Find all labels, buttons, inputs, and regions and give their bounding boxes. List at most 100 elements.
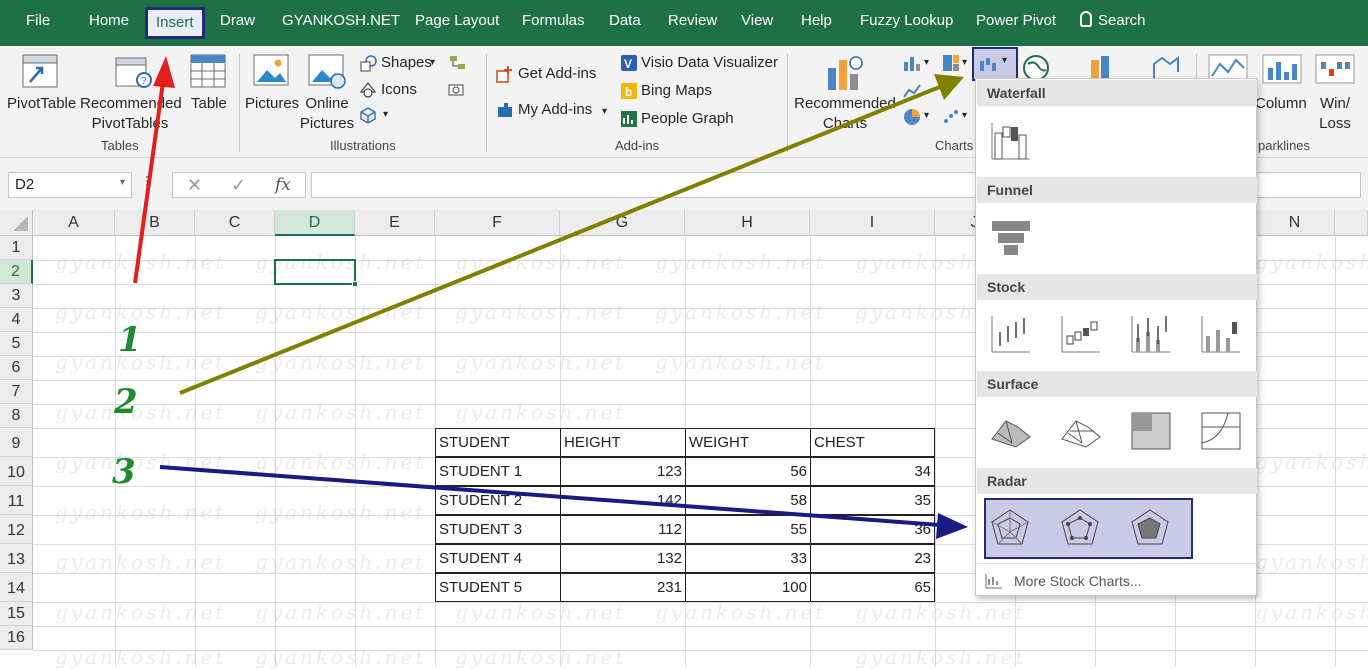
pictures-label[interactable]: Pictures	[245, 94, 299, 114]
row-header[interactable]: 13	[0, 544, 33, 573]
column-header[interactable]: D	[275, 210, 355, 236]
table-label[interactable]: Table	[191, 94, 227, 114]
menu-gyankosh[interactable]: GYANKOSH.NET	[282, 10, 400, 32]
more-stock-charts-link[interactable]: More Stock Charts...	[1014, 573, 1142, 589]
column-header[interactable]: C	[195, 210, 275, 236]
name-box-dropdown-icon[interactable]: ▾	[120, 177, 125, 188]
menu-search[interactable]: Search	[1080, 10, 1146, 32]
wireframe-3d-surface-icon[interactable]	[1058, 409, 1102, 453]
filled-radar-icon[interactable]	[1128, 506, 1172, 550]
table-cell[interactable]: STUDENT 4	[435, 544, 561, 573]
recommended-pivottables-icon[interactable]: ?	[114, 54, 154, 90]
table-cell[interactable]: 34	[810, 457, 935, 486]
sparkline-column-label[interactable]: Column	[1255, 94, 1307, 114]
pie-chart-dropdown-icon[interactable]: ▾	[924, 106, 929, 126]
menu-formulas[interactable]: Formulas	[522, 10, 585, 32]
table-cell[interactable]: 35	[810, 486, 935, 515]
column-header[interactable]: B	[115, 210, 195, 236]
table-cell[interactable]: 65	[810, 573, 935, 602]
table-header-cell[interactable]: STUDENT	[435, 428, 561, 457]
fill-handle[interactable]	[352, 281, 358, 287]
table-cell[interactable]: 23	[810, 544, 935, 573]
table-cell[interactable]: 231	[560, 573, 686, 602]
shapes-icon[interactable]	[359, 54, 377, 72]
stock-volume-high-low-close-icon[interactable]	[1128, 312, 1172, 356]
contour-icon[interactable]	[1128, 409, 1172, 453]
menu-home[interactable]: Home	[89, 10, 129, 32]
column-chart-icon[interactable]	[903, 54, 921, 72]
table-cell[interactable]: 56	[685, 457, 811, 486]
row-header[interactable]: 3	[0, 284, 33, 308]
menu-insert[interactable]: Insert	[145, 7, 205, 39]
table-cell[interactable]: 33	[685, 544, 811, 573]
pie-chart-icon[interactable]	[903, 108, 921, 126]
recommended-charts-label[interactable]: Recommended Charts	[790, 94, 900, 134]
waterfall-chart-icon[interactable]	[988, 119, 1032, 163]
visio-label[interactable]: Visio Data Visualizer	[641, 53, 778, 73]
table-cell[interactable]: 100	[685, 573, 811, 602]
hierarchy-chart-icon[interactable]	[942, 54, 960, 72]
selected-cell[interactable]	[274, 259, 356, 285]
table-header-cell[interactable]: WEIGHT	[685, 428, 811, 457]
row-header[interactable]: 14	[0, 573, 33, 602]
shapes-label[interactable]: Shapes	[381, 53, 432, 73]
bing-maps-label[interactable]: Bing Maps	[641, 81, 712, 101]
radar-chart-icon[interactable]	[988, 506, 1032, 550]
menu-draw[interactable]: Draw	[220, 10, 255, 32]
row-header[interactable]: 10	[0, 457, 33, 486]
row-header[interactable]: 2	[0, 260, 33, 284]
table-cell[interactable]: 112	[560, 515, 686, 544]
menu-page-layout[interactable]: Page Layout	[415, 10, 499, 32]
pivottable-icon[interactable]	[22, 54, 60, 90]
radar-with-markers-icon[interactable]	[1058, 506, 1102, 550]
shapes-dropdown-icon[interactable]: ▾	[430, 53, 435, 73]
scatter-chart-dropdown-icon[interactable]: ▾	[962, 106, 967, 126]
3d-models-dropdown-icon[interactable]: ▾	[383, 105, 388, 125]
cancel-icon[interactable]: ✕	[187, 175, 202, 196]
table-cell[interactable]: 132	[560, 544, 686, 573]
column-header[interactable]: H	[685, 210, 810, 236]
row-header[interactable]: 8	[0, 404, 33, 428]
pictures-icon[interactable]	[253, 54, 291, 90]
table-cell[interactable]: STUDENT 1	[435, 457, 561, 486]
column-header[interactable]: G	[560, 210, 685, 236]
column-header[interactable]: N	[1255, 210, 1335, 236]
column-header[interactable]: A	[33, 210, 115, 236]
table-cell[interactable]: 58	[685, 486, 811, 515]
scatter-chart-icon[interactable]	[942, 108, 960, 126]
column-header[interactable]: I	[810, 210, 935, 236]
enter-icon[interactable]: ✓	[231, 175, 246, 196]
recommended-pivottables-label[interactable]: Recommended PivotTables	[80, 94, 182, 134]
stock-high-low-close-icon[interactable]	[988, 312, 1032, 356]
menu-view[interactable]: View	[741, 10, 773, 32]
row-header[interactable]: 5	[0, 332, 33, 356]
screenshot-icon[interactable]	[448, 80, 466, 98]
table-header-cell[interactable]: HEIGHT	[560, 428, 686, 457]
my-addins-dropdown-icon[interactable]: ▾	[602, 102, 607, 122]
table-cell[interactable]: 142	[560, 486, 686, 515]
people-graph-icon[interactable]	[620, 110, 638, 128]
wireframe-contour-icon[interactable]	[1198, 409, 1242, 453]
bing-maps-icon[interactable]: b	[620, 82, 638, 100]
online-pictures-label[interactable]: Online Pictures	[298, 94, 356, 134]
menu-file[interactable]: File	[26, 10, 50, 32]
table-header-cell[interactable]: CHEST	[810, 428, 935, 457]
my-addins-label[interactable]: My Add-ins	[518, 100, 592, 120]
icons-label[interactable]: Icons	[381, 80, 417, 100]
column-header[interactable]: F	[435, 210, 560, 236]
line-chart-icon[interactable]	[903, 82, 921, 100]
my-addins-icon[interactable]	[496, 101, 514, 119]
people-graph-label[interactable]: People Graph	[641, 109, 734, 129]
column-chart-dropdown-icon[interactable]: ▾	[924, 53, 929, 73]
3d-surface-icon[interactable]	[988, 409, 1032, 453]
row-header[interactable]: 1	[0, 236, 33, 260]
row-header[interactable]: 16	[0, 626, 33, 650]
table-icon[interactable]	[190, 54, 228, 90]
stock-open-high-low-close-icon[interactable]	[1058, 312, 1102, 356]
menu-data[interactable]: Data	[609, 10, 641, 32]
table-cell[interactable]: STUDENT 3	[435, 515, 561, 544]
row-header[interactable]: 6	[0, 356, 33, 380]
column-header[interactable]	[1335, 210, 1368, 236]
menu-power-pivot[interactable]: Power Pivot	[976, 10, 1056, 32]
table-cell[interactable]: 55	[685, 515, 811, 544]
